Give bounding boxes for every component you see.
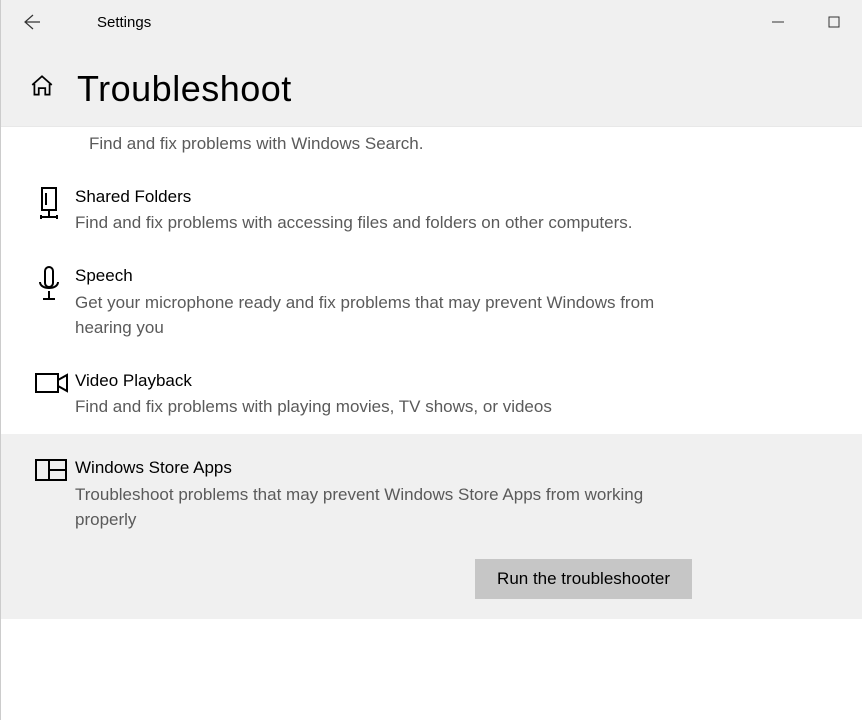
item-desc: Get your microphone ready and fix proble…	[75, 290, 695, 341]
app-title: Settings	[97, 14, 151, 31]
shared-folders-icon	[35, 185, 75, 221]
maximize-icon	[828, 16, 840, 28]
store-apps-icon	[35, 456, 75, 482]
troubleshooter-windows-store-apps[interactable]: Windows Store Apps Troubleshoot problems…	[1, 434, 862, 555]
microphone-icon	[35, 264, 75, 304]
window-controls	[750, 3, 862, 41]
titlebar: Settings	[1, 0, 862, 44]
run-troubleshooter-button[interactable]: Run the troubleshooter	[475, 559, 692, 599]
item-title: Video Playback	[75, 369, 695, 393]
item-title: Speech	[75, 264, 695, 288]
item-desc: Find and fix problems with playing movie…	[75, 394, 695, 420]
troubleshooter-shared-folders[interactable]: Shared Folders Find and fix problems wit…	[1, 171, 862, 250]
page-title: Troubleshoot	[77, 68, 292, 110]
page-title-row: Troubleshoot	[1, 44, 862, 126]
back-arrow-icon	[21, 12, 41, 32]
run-row: Run the troubleshooter	[1, 555, 862, 619]
item-desc: Troubleshoot problems that may prevent W…	[75, 482, 695, 533]
maximize-button[interactable]	[806, 3, 862, 41]
troubleshooter-video-playback[interactable]: Video Playback Find and fix problems wit…	[1, 355, 862, 434]
troubleshooter-list: Find and fix problems with Windows Searc…	[1, 127, 862, 720]
back-button[interactable]	[9, 0, 53, 44]
item-title: Windows Store Apps	[75, 456, 695, 480]
settings-window: Settings Troubleshoot Fi	[0, 0, 862, 720]
video-camera-icon	[35, 369, 75, 395]
item-desc: Find and fix problems with Windows Searc…	[89, 131, 655, 157]
minimize-button[interactable]	[750, 3, 806, 41]
home-icon[interactable]	[29, 73, 55, 105]
troubleshooter-speech[interactable]: Speech Get your microphone ready and fix…	[1, 250, 862, 355]
header: Settings Troubleshoot	[1, 0, 862, 127]
troubleshooter-windows-search[interactable]: Find and fix problems with Windows Searc…	[1, 127, 862, 171]
item-title: Shared Folders	[75, 185, 695, 209]
minimize-icon	[772, 16, 784, 28]
item-desc: Find and fix problems with accessing fil…	[75, 210, 695, 236]
